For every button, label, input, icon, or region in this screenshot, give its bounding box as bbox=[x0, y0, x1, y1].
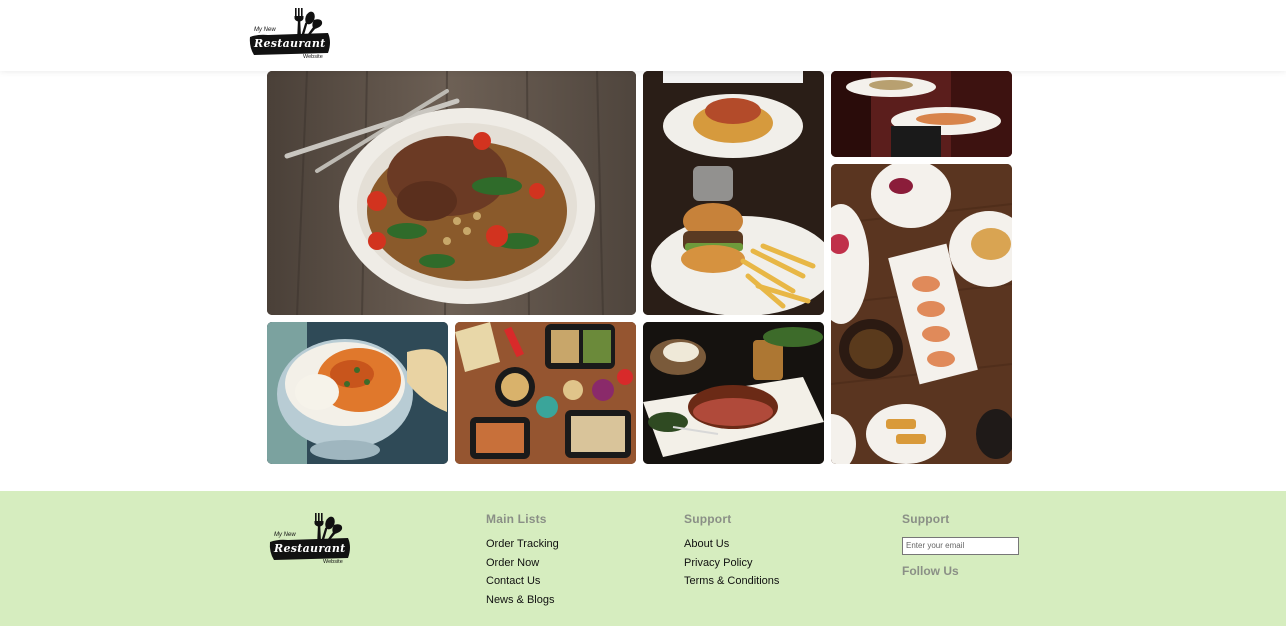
site-logo[interactable]: My New Restaurant Website bbox=[248, 6, 332, 62]
curry-bowl-image bbox=[267, 322, 448, 464]
footer-logo-top-text: My New bbox=[274, 532, 296, 538]
logo-main-text: Restaurant bbox=[254, 37, 326, 50]
email-field[interactable] bbox=[902, 536, 1019, 555]
logo-bottom-text: Website bbox=[303, 54, 323, 60]
footer-logo-main-text: Restaurant bbox=[274, 542, 346, 555]
gallery-image-6[interactable] bbox=[455, 322, 636, 464]
link-news-blogs[interactable]: News & Blogs bbox=[486, 591, 559, 610]
gallery-image-1[interactable] bbox=[267, 71, 636, 315]
newsletter-heading: Support bbox=[902, 512, 950, 526]
steak-plate-image bbox=[267, 71, 636, 315]
site-header: My New Restaurant Website bbox=[0, 0, 1286, 71]
gallery-image-3[interactable] bbox=[831, 71, 1012, 157]
link-about-us[interactable]: About Us bbox=[684, 535, 779, 554]
footer-logo-bottom-text: Website bbox=[323, 559, 343, 565]
footer-support: Support About Us Privacy Policy Terms & … bbox=[684, 512, 779, 591]
gallery-image-2[interactable] bbox=[643, 71, 824, 315]
steak-potato-image bbox=[643, 322, 824, 464]
footer-main-lists: Main Lists Order Tracking Order Now Cont… bbox=[486, 512, 559, 609]
gallery-image-5[interactable] bbox=[267, 322, 448, 464]
support-heading: Support bbox=[684, 512, 732, 526]
footer-newsletter: Support Follow Us bbox=[902, 512, 1019, 578]
link-terms-conditions[interactable]: Terms & Conditions bbox=[684, 572, 779, 591]
food-gallery bbox=[267, 71, 1012, 464]
link-order-tracking[interactable]: Order Tracking bbox=[486, 535, 559, 554]
logo-top-text: My New bbox=[254, 27, 276, 33]
follow-us-heading: Follow Us bbox=[902, 563, 959, 578]
link-contact-us[interactable]: Contact Us bbox=[486, 572, 559, 591]
meal-prep-image bbox=[455, 322, 636, 464]
gallery-image-4[interactable] bbox=[831, 164, 1012, 464]
seafood-spread-image bbox=[831, 164, 1012, 464]
waiter-serving-image bbox=[831, 71, 1012, 157]
site-footer: My New Restaurant Website Main Lists Ord… bbox=[0, 491, 1286, 626]
link-privacy-policy[interactable]: Privacy Policy bbox=[684, 554, 779, 573]
footer-logo[interactable]: My New Restaurant Website bbox=[268, 511, 352, 567]
main-lists-heading: Main Lists bbox=[486, 512, 547, 526]
link-order-now[interactable]: Order Now bbox=[486, 554, 559, 573]
burger-fries-image bbox=[643, 71, 824, 315]
gallery-image-7[interactable] bbox=[643, 322, 824, 464]
